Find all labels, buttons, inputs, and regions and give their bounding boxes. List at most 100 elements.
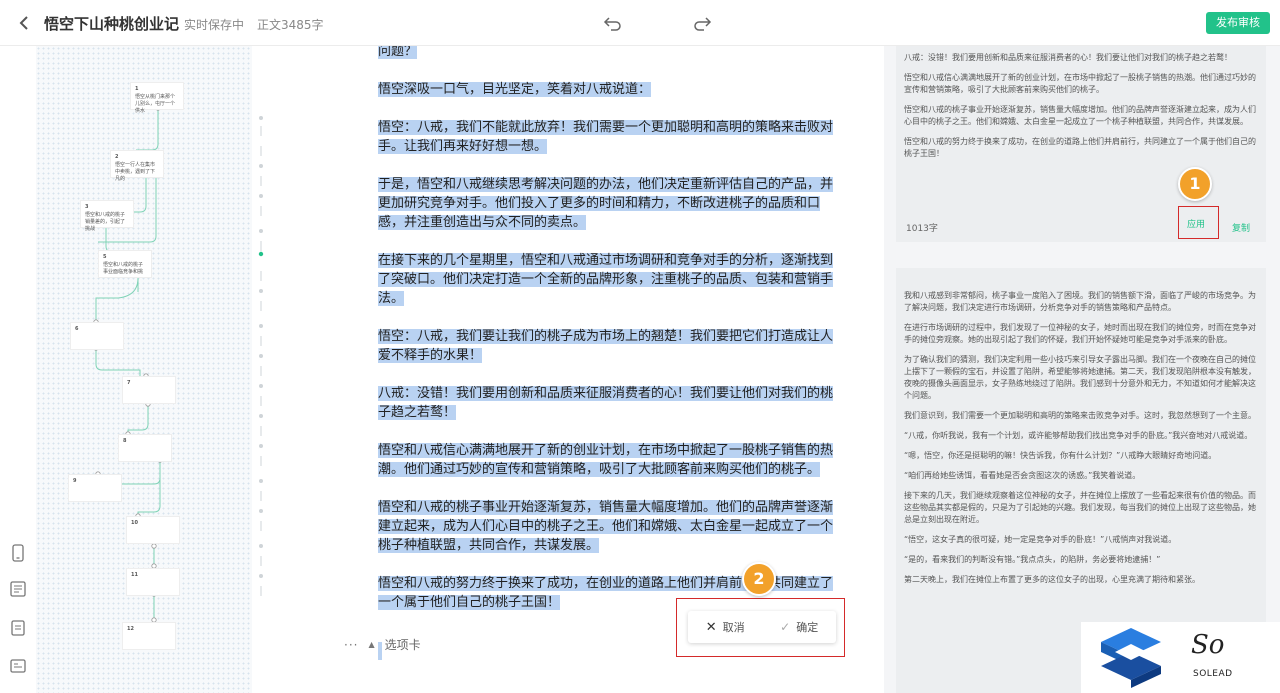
- outline-node[interactable]: 7: [122, 376, 176, 404]
- selected-text[interactable]: 悟空深吸一口气，目光坚定，笑着对八戒说道：: [378, 82, 652, 97]
- selected-text[interactable]: 问题？: [378, 46, 418, 59]
- card-paragraph: 接下来的几天，我们继续观察着这位神秘的女子，并在摊位上摆放了一些看起来很有价值的…: [904, 491, 1256, 524]
- top-bar: 悟空下山种桃创业记 实时保存中 正文3485字 发布审核: [0, 0, 1280, 46]
- outline-node[interactable]: 3 悟空和八戒的桃子销量差的，引起了挑战: [80, 200, 134, 232]
- paragraph[interactable]: 八戒：没错！我们要用创新和品质来征服消费者的心！我们要让他们对我们的桃子趋之若鹜…: [378, 384, 840, 422]
- outline-node[interactable]: 6: [70, 322, 124, 350]
- outline-node[interactable]: 8: [118, 434, 172, 462]
- redo-icon: [694, 17, 712, 31]
- node-number: 2: [115, 154, 119, 160]
- node-number: 6: [75, 326, 79, 332]
- confirm-label: 确定: [796, 621, 819, 634]
- paragraph[interactable]: 悟空和八戒的桃子事业开始逐渐复苏，销售量大幅度增加。他们的品牌声誉逐渐建立起来，…: [378, 498, 840, 555]
- paragraph-timeline: [252, 46, 274, 693]
- paragraph[interactable]: 悟空和八戒信心满满地展开了新的创业计划，在市场中掀起了一股桃子销售的热潮。他们通…: [378, 441, 840, 479]
- card-paragraph: “嗯，悟空，你还是挺聪明的嘛！快告诉我，你有什么计划？”八戒睁大眼睛好奇地问道。: [904, 451, 1217, 460]
- paragraph[interactable]: 悟空：八戒，我们要让我们的桃子成为市场上的翘楚！我们要把它们打造成让人爱不释手的…: [378, 327, 840, 365]
- selected-text[interactable]: 在接下来的几个星期里，悟空和八戒通过市场调研和竞争对手的分析，逐渐找到了突破口。…: [378, 253, 834, 306]
- node-number: 11: [131, 572, 138, 578]
- node-number: 1: [135, 86, 139, 92]
- check-icon: ✓: [780, 620, 791, 634]
- selected-text[interactable]: 悟空：八戒，我们不能就此放弃！我们需要一个更加聪明和高明的策略来击败对手。让我们…: [378, 120, 834, 154]
- outline-node[interactable]: 11: [126, 568, 180, 596]
- back-button[interactable]: [14, 13, 34, 33]
- outline-button[interactable]: [9, 580, 27, 598]
- selected-text[interactable]: 悟空和八戒的桃子事业开始逐渐复苏，销售量大幅度增加。他们的品牌声誉逐渐建立起来，…: [378, 500, 834, 553]
- publish-review-button[interactable]: 发布审核: [1206, 12, 1270, 34]
- close-icon: ✕: [705, 619, 717, 635]
- editor-footer: ··· ▲ 选项卡: [344, 636, 421, 653]
- logo-subtext: SOLEAD: [1193, 669, 1233, 679]
- solead-s-mark-icon: [1101, 628, 1161, 688]
- outline-node[interactable]: 2 悟空一行人在集市中卖桃，遇到了下凡的: [110, 150, 164, 182]
- paragraph[interactable]: 悟空深吸一口气，目光坚定，笑着对八戒说道：: [378, 80, 840, 99]
- card-paragraph: 悟空和八戒的努力终于换来了成功，在创业的道路上他们并肩前行，共同建立了一个属于他…: [904, 137, 1256, 158]
- node-text: 悟空从桃门来那个儿别么，屯厅一个供水: [135, 94, 176, 114]
- node-number: 3: [85, 204, 89, 210]
- undo-button[interactable]: [602, 12, 624, 34]
- outline-node[interactable]: 9: [68, 474, 122, 502]
- chevron-left-icon: [19, 16, 28, 30]
- card-paragraph: “是的，看来我们的判断没有错。”我点点头，的陷阱，务必要将她逮捕！”: [904, 555, 1161, 564]
- card-paragraph: “悟空，这女子真的很可疑，她一定是竞争对手的卧底！”八戒悄声对我说道。: [904, 535, 1177, 544]
- word-count: 正文3485字: [257, 18, 324, 32]
- document-title: 悟空下山种桃创业记: [44, 15, 180, 33]
- editor-content[interactable]: 问题？ 悟空深吸一口气，目光坚定，笑着对八戒说道： 悟空：八戒，我们不能就此放弃…: [378, 46, 840, 631]
- card-paragraph: 我们意识到，我们需要一个更加聪明和高明的策略来击败竞争对手。这时，我忽然想到了一…: [904, 411, 1256, 420]
- phone-icon: [12, 544, 24, 562]
- mobile-preview-button[interactable]: [9, 544, 27, 562]
- notes-button[interactable]: [9, 619, 27, 637]
- selected-text[interactable]: 悟空：八戒，我们要让我们的桃子成为市场上的翘楚！我们要把它们打造成让人爱不释手的…: [378, 329, 834, 363]
- outline-node[interactable]: 5 悟空和八戒的桃子事业面临竞争和挑: [98, 250, 152, 278]
- logo-mark-text: So: [1191, 630, 1225, 660]
- outline-node[interactable]: 12: [122, 622, 176, 650]
- node-text: 悟空和八戒的桃子销量差的，引起了挑战: [85, 212, 126, 232]
- editor[interactable]: 问题？ 悟空深吸一口气，目光坚定，笑着对八戒说道： 悟空：八戒，我们不能就此放弃…: [274, 46, 884, 693]
- apply-highlight: 应用: [1178, 206, 1219, 239]
- outline-map[interactable]: 1 悟空从桃门来那个儿别么，屯厅一个供水 2 悟空一行人在集市中卖桃，遇到了下凡…: [36, 46, 252, 693]
- selected-text[interactable]: 八戒：没错！我们要用创新和品质来征服消费者的心！我们要让他们对我们的桃子趋之若鹜…: [378, 386, 834, 420]
- paragraph[interactable]: 于是，悟空和八戒继续思考解决问题的办法，他们决定重新评估自己的产品，并更加研究竞…: [378, 175, 840, 232]
- node-text: 悟空和八戒的桃子事业面临竞争和挑: [103, 262, 144, 275]
- paragraph[interactable]: 问题？: [378, 46, 840, 61]
- card-paragraph: 为了确认我们的猜测，我们决定利用一些小技巧来引导女子露出马脚。我们在一个夜晚在自…: [904, 355, 1256, 400]
- triangle-up-icon[interactable]: ▲: [368, 640, 374, 649]
- confirm-button[interactable]: ✓ 确定: [780, 619, 818, 635]
- card-paragraph: 悟空和八戒的桃子事业开始逐渐复苏，销售量大幅度增加。他们的品牌声誉逐渐建立起来，…: [904, 105, 1256, 126]
- node-number: 9: [73, 478, 77, 484]
- cancel-button[interactable]: ✕ 取消: [706, 619, 745, 635]
- timeline-ticks: [258, 116, 264, 596]
- outline-node[interactable]: 10: [126, 516, 180, 544]
- confirm-highlight: ✕ 取消 ✓ 确定: [676, 598, 845, 657]
- selected-text[interactable]: 悟空和八戒信心满满地展开了新的创业计划，在市场中掀起了一股桃子销售的热潮。他们通…: [378, 443, 834, 477]
- card-paragraph: 我和八戒感到非常郁闷，桃子事业一度陷入了困境。我们的销售额下滑，面临了严峻的市场…: [904, 291, 1256, 312]
- document-list-icon: [10, 581, 26, 597]
- ai-result-panel: 八戒：没错！我们要用创新和品质来征服消费者的心！我们要让他们对我们的桃子趋之若鹜…: [884, 46, 1280, 693]
- node-number: 5: [103, 254, 107, 260]
- step-badge-one: 1: [1178, 167, 1212, 201]
- more-options-button[interactable]: ···: [344, 638, 358, 652]
- card-paragraph: 在进行市场调研的过程中，我们发现了一位神秘的女子，她时而出现在我们的摊位旁，时而…: [904, 323, 1256, 344]
- solead-logo: So SOLEAD: [1081, 622, 1280, 693]
- left-toolbar: [0, 46, 36, 693]
- copy-button[interactable]: 复制: [1232, 221, 1250, 234]
- paragraph[interactable]: 悟空：八戒，我们不能就此放弃！我们需要一个更加聪明和高明的策略来击败对手。让我们…: [378, 118, 840, 156]
- node-text: 悟空一行人在集市中卖桃，遇到了下凡的: [115, 162, 156, 182]
- card-paragraph: 第二天晚上，我们在摊位上布置了更多的这位女子的出现，心里充满了期待和紧张。: [904, 575, 1200, 584]
- undo-icon: [603, 17, 621, 31]
- step-badge-two: 2: [742, 562, 776, 596]
- cards-button[interactable]: [9, 657, 27, 675]
- paragraph[interactable]: 在接下来的几个星期里，悟空和八戒通过市场调研和竞争对手的分析，逐渐找到了突破口。…: [378, 251, 840, 308]
- node-number: 7: [127, 380, 131, 386]
- selected-text[interactable]: 于是，悟空和八戒继续思考解决问题的办法，他们决定重新评估自己的产品，并更加研究竞…: [378, 177, 834, 230]
- redo-button[interactable]: [691, 12, 713, 34]
- card-paragraph: “八戒，你听我说，我有一个计划，或许能够帮助我们找出竞争对手的卧底。”我兴奋地对…: [904, 431, 1253, 440]
- notepad-icon: [11, 620, 25, 636]
- card-paragraph: 八戒：没错！我们要用创新和品质来征服消费者的心！我们要让他们对我们的桃子趋之若鹜…: [904, 53, 1232, 62]
- apply-button[interactable]: 应用: [1187, 217, 1205, 230]
- tab-card-label[interactable]: 选项卡: [385, 636, 421, 653]
- node-number: 8: [123, 438, 127, 444]
- cancel-label: 取消: [722, 621, 745, 634]
- outline-node[interactable]: 1 悟空从桃门来那个儿别么，屯厅一个供水: [130, 82, 184, 114]
- card-icon: [10, 659, 26, 673]
